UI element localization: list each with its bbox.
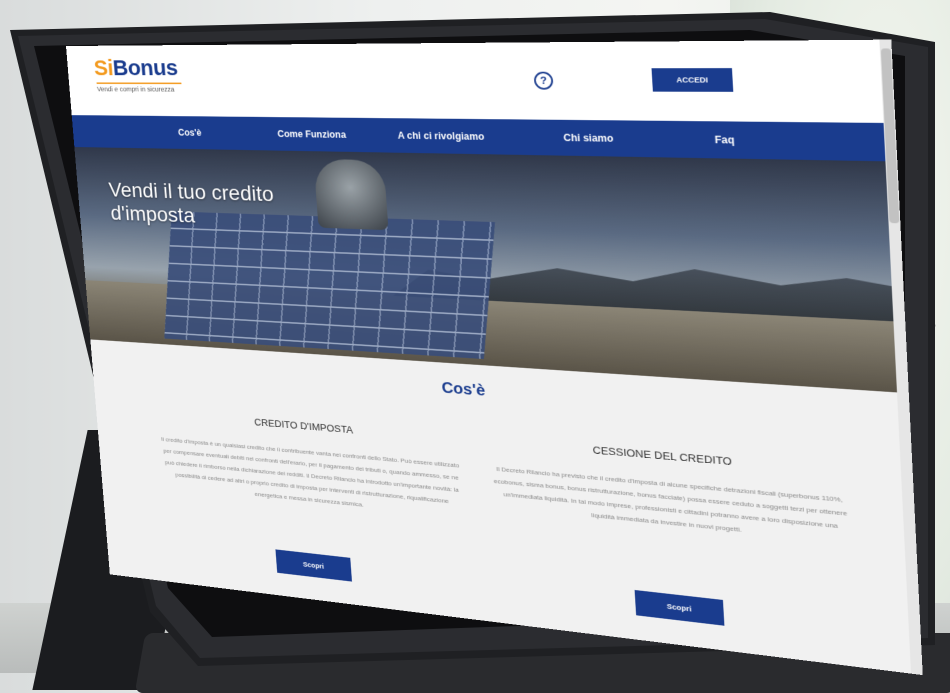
webpage-screen: SiBonus Vendi e compri in sicurezza ? AC… <box>66 39 923 676</box>
credito-imposta-text: Il credito d'imposta è un qualsiasi cred… <box>160 435 460 509</box>
question-circle-icon[interactable]: ? <box>533 71 554 90</box>
cessione-credito-text: Il Decreto Rilancio ha previsto che il c… <box>493 465 848 534</box>
logo-suffix: Bonus <box>112 55 179 81</box>
sibonus-logo[interactable]: SiBonus <box>93 56 179 81</box>
nav-item-faq[interactable]: Faq <box>714 121 736 158</box>
scopri-button-credito[interactable]: Scopri <box>275 549 352 582</box>
tagline: Vendi e compri in sicurezza <box>96 85 175 94</box>
worker-figure <box>313 158 389 231</box>
nav-item-a-chi-ci-rivolgiamo[interactable]: A chi ci rivolgiamo <box>397 118 486 154</box>
scopri-button-cessione[interactable]: Scopri <box>634 589 725 626</box>
hero-title: Vendi il tuo credito d'imposta <box>108 178 277 231</box>
logo-underline <box>96 82 182 85</box>
logo-prefix: Si <box>92 55 114 81</box>
nav-item-come-funziona[interactable]: Come Funziona <box>276 117 347 152</box>
login-button[interactable]: ACCEDI <box>651 68 734 92</box>
solar-panel-grid <box>164 211 495 360</box>
tablet: SiBonus Vendi e compri in sicurezza ? AC… <box>0 0 950 676</box>
site-header: SiBonus Vendi e compri in sicurezza ? AC… <box>66 39 896 124</box>
nav-item-chi-siamo[interactable]: Chi siamo <box>562 120 614 157</box>
nav-item-cose[interactable]: Cos'è <box>177 116 203 149</box>
